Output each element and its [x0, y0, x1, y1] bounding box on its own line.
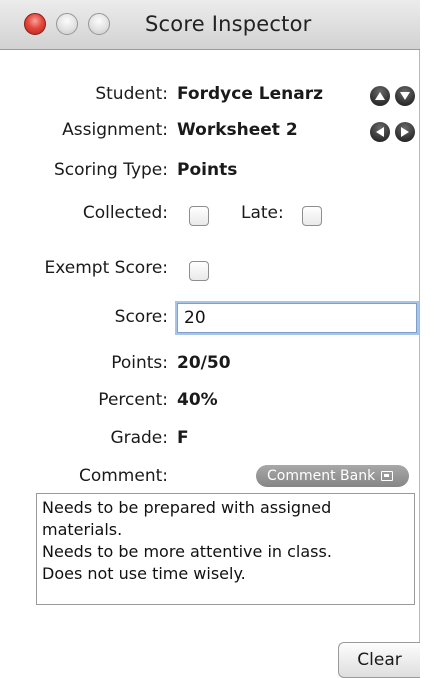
scoring-type-value: Points	[177, 160, 238, 180]
minimize-button[interactable]	[56, 13, 78, 35]
zoom-button[interactable]	[88, 13, 110, 35]
comment-line: Needs to be prepared with assigned	[42, 498, 332, 517]
score-inspector-window: Score Inspector Student: Fordyce Lenarz …	[0, 0, 420, 678]
comment-line: Does not use time wisely.	[42, 564, 246, 583]
percent-label: Percent:	[98, 390, 168, 410]
comment-text-area[interactable]: Needs to be prepared with assigned mater…	[36, 493, 415, 605]
collected-checkbox[interactable]	[189, 206, 209, 226]
previous-assignment-button[interactable]	[370, 122, 390, 142]
student-label: Student:	[95, 84, 168, 104]
title-bar[interactable]: Score Inspector	[0, 0, 420, 50]
points-label: Points:	[111, 353, 168, 373]
points-value: 20/50	[177, 353, 231, 373]
clear-button[interactable]: Clear	[338, 642, 420, 678]
scoring-type-label: Scoring Type:	[54, 160, 168, 180]
student-value: Fordyce Lenarz	[177, 84, 323, 104]
comment-line: Needs to be more attentive in class.	[42, 542, 332, 561]
score-label: Score:	[114, 307, 168, 327]
exempt-score-checkbox[interactable]	[189, 261, 209, 281]
arrow-right-icon	[401, 127, 409, 137]
next-assignment-button[interactable]	[395, 122, 415, 142]
grade-label: Grade:	[110, 428, 168, 448]
close-button[interactable]	[24, 13, 46, 35]
assignment-label: Assignment:	[62, 120, 168, 140]
arrow-left-icon	[376, 127, 384, 137]
comment-line: materials.	[42, 520, 123, 539]
comment-label: Comment:	[78, 466, 168, 486]
previous-student-button[interactable]	[370, 86, 390, 106]
assignment-value: Worksheet 2	[177, 120, 298, 140]
late-label: Late:	[241, 203, 284, 223]
collected-label: Collected:	[82, 203, 168, 223]
window-icon	[381, 471, 394, 481]
arrow-up-icon	[375, 92, 385, 100]
arrow-down-icon	[400, 92, 410, 100]
score-input[interactable]	[177, 303, 417, 333]
comment-bank-button[interactable]: Comment Bank	[256, 465, 409, 487]
late-checkbox[interactable]	[302, 206, 322, 226]
window-title: Score Inspector	[145, 12, 312, 36]
grade-value: F	[177, 428, 189, 448]
comment-bank-label: Comment Bank	[267, 468, 376, 484]
next-student-button[interactable]	[395, 86, 415, 106]
exempt-score-label: Exempt Score:	[44, 258, 169, 278]
percent-value: 40%	[177, 390, 218, 410]
